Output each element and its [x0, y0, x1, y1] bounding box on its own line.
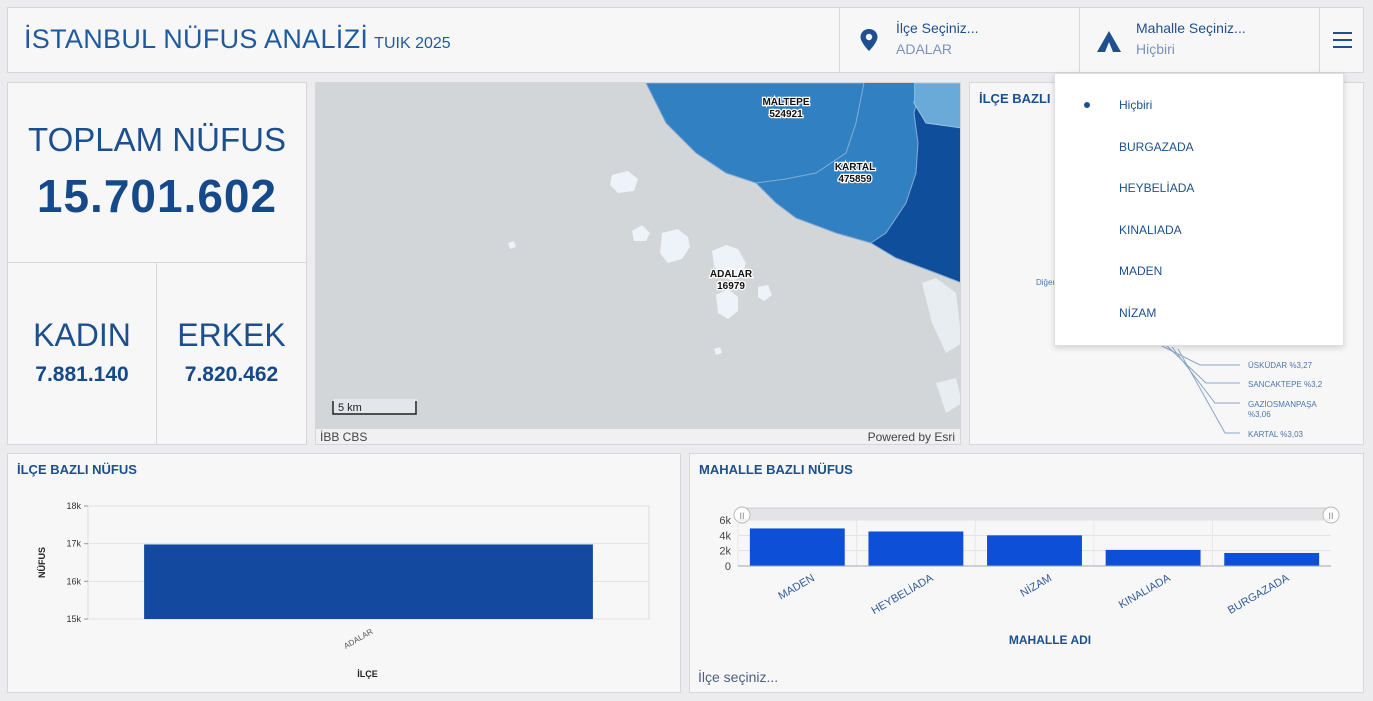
mahalle-xtick-label: MADEN [776, 572, 816, 602]
kpi-total-label: TOPLAM NÜFUS [28, 121, 286, 158]
mahalle-xtick-label: HEYBELİADA [869, 571, 936, 617]
kpi-erkek-label: ERKEK [177, 317, 286, 353]
mahalle-xtick-label: KINALIADA [1117, 572, 1173, 611]
ilce-ytick-label: 18k [66, 501, 81, 511]
pie-label-diger: Diğer [1036, 278, 1055, 287]
pie-leader-1 [1159, 344, 1240, 366]
ilce-xlabel: İLÇE [357, 669, 378, 679]
ilce-selector[interactable]: İlçe Seçiniz... ADALAR [839, 8, 1079, 72]
pie-label-gaziosmanpasa-pct: %3,06 [1248, 410, 1271, 419]
dropdown-item-heybeliada[interactable]: HEYBELİADA [1055, 167, 1343, 208]
mahalle-xtick-label: BURGAZADA [1226, 572, 1292, 617]
menu-button[interactable] [1319, 8, 1364, 72]
map-island-10 [936, 378, 960, 413]
dropdown-item-label: BURGAZADA [1119, 140, 1194, 154]
page-title: İSTANBUL NÜFUS ANALİZİ TUIK 2025 [24, 24, 451, 55]
ilce-ytick-label: 15k [66, 614, 81, 624]
mahalle-dropdown-menu: Hiçbiri BURGAZADA HEYBELİADA KINALIADA M… [1054, 73, 1344, 346]
mahalle-bar [749, 528, 845, 566]
mahalle-bar [987, 535, 1082, 566]
map-label-maltepe-value: 524921 [769, 109, 803, 120]
map-island-2 [632, 225, 650, 241]
mahalle-footer-note: İlçe seçiniz... [698, 669, 779, 685]
pie-leader-4 [1177, 348, 1240, 434]
hamburger-icon-line [1333, 39, 1352, 41]
dropdown-item-burgazada[interactable]: BURGAZADA [1055, 126, 1343, 167]
hamburger-icon-line [1333, 46, 1352, 48]
mahalle-ytick-label: 2k [719, 546, 731, 558]
pie-leader-3 [1171, 346, 1240, 404]
ilce-bar-chart: 15k 16k 17k 18k ADALAR NÜFUS İLÇE [37, 501, 650, 679]
header-bar: İSTANBUL NÜFUS ANALİZİ TUIK 2025 İlçe Seç… [7, 7, 1364, 73]
pie-label-gaziosmanpasa: GAZİOSMANPAŞA [1248, 400, 1317, 409]
pie-leader-2 [1165, 344, 1240, 384]
kpi-total-value: 15.701.602 [36, 170, 278, 222]
tent-icon [1097, 31, 1121, 52]
mahalle-bar [868, 531, 964, 566]
map-attribution-left: İBB CBS [320, 430, 368, 444]
mahalle-bar-chart-panel: MAHALLE BAZLI NÜFUS II II 0 2k 4k 6k MADEN HEYB… [689, 453, 1364, 693]
ilce-ytick-label: 17k [66, 539, 81, 549]
mahalle-ytick-label: 0 [725, 561, 731, 573]
selected-dot-icon [1084, 102, 1090, 108]
ilce-bar-chart-panel: İLÇE BAZLI NÜFUS 15k 16k 17k 18k ADALAR NÜFUS… [7, 453, 681, 693]
map-attr-bg [316, 429, 960, 444]
map-island-9 [922, 278, 960, 353]
map-canvas[interactable]: MALTEPE 524921 KARTAL 475859 ADALAR 1697… [316, 83, 961, 445]
map-label-adalar-value: 16979 [717, 281, 745, 292]
range-slider-track [741, 507, 1332, 521]
map-scale-label: 5 km [338, 402, 362, 414]
map-label-kartal-value: 475859 [838, 174, 872, 185]
hamburger-icon [1333, 32, 1352, 34]
mahalle-bar-chart: II II02k4k6kMADEN HEYBELİADA NİZAM KINALIADA… [719, 506, 1340, 647]
dropdown-item-nizam[interactable]: NİZAM [1055, 292, 1343, 333]
dropdown-item-kinaliada[interactable]: KINALIADA [1055, 209, 1343, 250]
map-pin-icon [860, 29, 878, 51]
district-map[interactable]: MALTEPE 524921 KARTAL 475859 ADALAR 1697… [315, 82, 961, 445]
map-island-6 [758, 285, 772, 301]
kpi-erkek-value: 7.820.462 [184, 363, 279, 386]
map-label-maltepe-name: MALTEPE [762, 97, 809, 108]
pie-label-uskudar: ÜSKÜDAR %3,27 [1248, 361, 1313, 370]
kpi-kadin-label: KADIN [33, 317, 131, 353]
map-island-5 [716, 289, 738, 319]
ilce-ytick-label: 16k [66, 576, 81, 586]
mahalle-selector-value: Hiçbiri [1136, 41, 1175, 57]
dropdown-item-label: NİZAM [1119, 306, 1157, 320]
dropdown-item-label: KINALIADA [1119, 223, 1182, 237]
dropdown-item-hicbiri[interactable]: Hiçbiri [1055, 84, 1343, 125]
mahalle-bar [1105, 549, 1201, 566]
map-island-3 [660, 229, 690, 263]
ilce-bar [144, 544, 593, 619]
ilce-xtick-label: ADALAR [342, 627, 374, 651]
dropdown-item-label: Hiçbiri [1119, 98, 1153, 112]
map-label-kartal-name: KARTAL [835, 162, 875, 173]
mahalle-ytick-label: 4k [719, 530, 731, 542]
mahalle-xtick-label: NİZAM [1018, 571, 1054, 599]
map-island-7 [508, 241, 516, 249]
mahalle-bar [1224, 552, 1320, 566]
ilce-ylabel: NÜFUS [37, 547, 47, 578]
mahalle-xlabel: MAHALLE ADI [1009, 633, 1091, 647]
pie-label-sancaktepe: SANCAKTEPE %3,2 [1248, 380, 1323, 389]
kpi-erkek: ERKEK 7.820.462 [156, 262, 307, 445]
mahalle-selector[interactable]: Mahalle Seçiniz... Hiçbiri [1079, 8, 1319, 72]
map-attribution-right[interactable]: Powered by Esri [868, 430, 955, 444]
pie-label-kartal: KARTAL %3,03 [1248, 430, 1304, 439]
map-island-1 [610, 171, 638, 193]
kpi-total: TOPLAM NÜFUS 15.701.602 [7, 82, 307, 263]
mahalle-selector-label: Mahalle Seçiniz... [1136, 20, 1246, 36]
ilce-selector-label: İlçe Seçiniz... [896, 20, 979, 36]
kpi-kadin: KADIN 7.881.140 [7, 262, 157, 445]
title-subtitle: TUIK 2025 [374, 35, 451, 52]
map-island-8 [714, 347, 722, 355]
ilce-selector-value: ADALAR [896, 41, 953, 57]
title-main: İSTANBUL NÜFUS ANALİZİ [24, 24, 369, 54]
dropdown-item-maden[interactable]: MADEN [1055, 250, 1343, 291]
mahalle-ytick-label: 6k [719, 515, 731, 527]
dropdown-item-label: MADEN [1119, 264, 1163, 278]
dropdown-item-label: HEYBELİADA [1119, 181, 1195, 195]
map-label-adalar-name: ADALAR [710, 269, 753, 280]
kpi-kadin-value: 7.881.140 [35, 363, 129, 386]
